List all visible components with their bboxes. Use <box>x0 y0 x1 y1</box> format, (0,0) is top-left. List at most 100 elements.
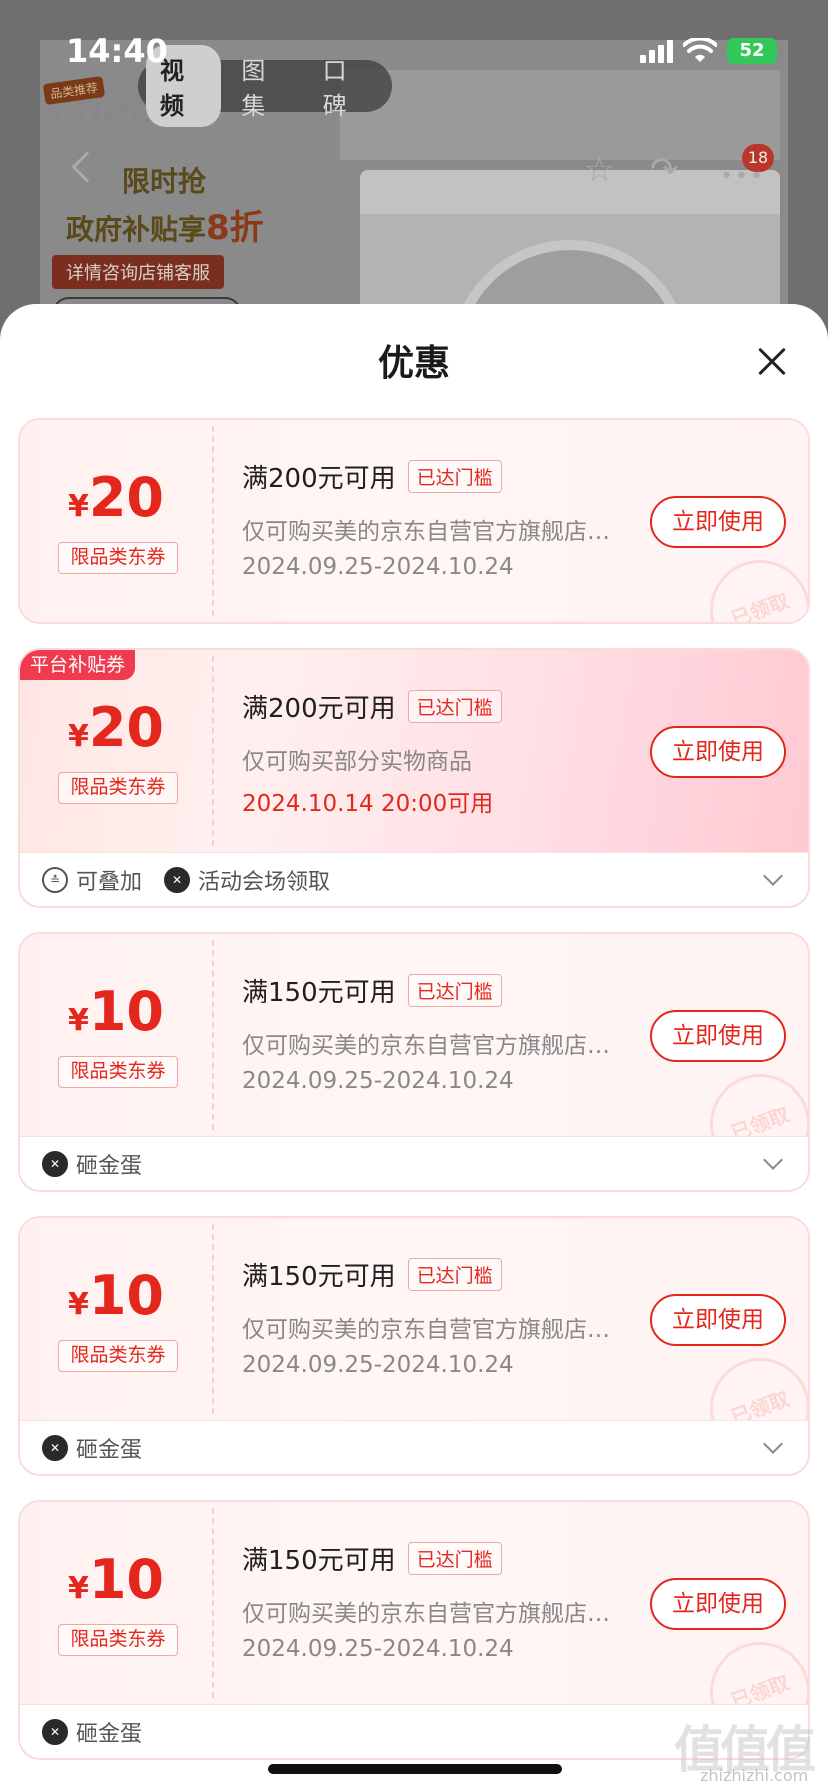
coupon-scope: 仅可购买美的京东自营官方旗舰店部分商品 <box>242 1033 622 1059</box>
currency-symbol: ¥ <box>67 489 89 524</box>
coupon-validity: 2024.10.14 20:00可用 <box>242 791 494 817</box>
tab-gallery[interactable]: 图集 <box>227 45 302 127</box>
category-tag: 限品类东券 <box>58 1056 178 1088</box>
coupon-scope: 仅可购买美的京东自营官方旗舰店部分商品 <box>242 1601 622 1627</box>
coupon-validity: 2024.09.25-2024.10.24 <box>242 1636 514 1662</box>
coupon-body: ¥10 限品类东券 满150元可用已达门槛 仅可购买美的京东自营官方旗舰店部分商… <box>20 934 808 1189</box>
category-tag: 限品类东券 <box>58 1340 178 1372</box>
coupon-amount: ¥10 <box>20 1264 212 1327</box>
promo-line2-prefix: 政府补贴享 <box>66 213 207 246</box>
coupon-body: ¥20 限品类东券 满200元可用已达门槛 仅可购买美的京东自营官方旗舰店部分商… <box>20 420 808 622</box>
stackable-text: 可叠加 <box>76 869 143 895</box>
source-text: 砸金蛋 <box>76 1721 143 1747</box>
coupon-scope: 仅可购买美的京东自营官方旗舰店部分商品 <box>242 1317 622 1343</box>
watermark-site: zhizhizhi.com <box>700 1766 809 1785</box>
coupon-threshold: 满150元可用 已达门槛 <box>242 972 502 1009</box>
threshold-text: 满150元可用 <box>242 978 396 1008</box>
source-label: ✕ 砸金蛋 <box>42 1432 142 1464</box>
coupon-footer[interactable]: ✕ 砸金蛋 <box>20 1420 808 1474</box>
coupon-body: ¥10 限品类东券 满150元可用已达门槛 仅可购买美的京东自营官方旗舰店部分商… <box>20 1218 808 1473</box>
status-badge: 已达门槛 <box>407 690 502 723</box>
coupon-footer[interactable]: ✕ 砸金蛋 <box>20 1136 808 1190</box>
dashed-divider <box>212 426 214 616</box>
use-now-button[interactable]: 立即使用 <box>650 496 786 548</box>
currency-symbol: ¥ <box>67 1287 89 1322</box>
coupon-amount: ¥10 <box>20 1548 212 1611</box>
dashed-divider <box>212 940 214 1130</box>
threshold-text: 满200元可用 <box>242 464 396 494</box>
source-label: ✕ 活动会场领取 <box>164 864 330 896</box>
source-label: ✕ 砸金蛋 <box>42 1716 142 1748</box>
status-badge: 已达门槛 <box>407 1258 502 1291</box>
coupon-amount: ¥20 <box>20 696 212 759</box>
promo-banner: 限时抢 政府补贴享8折 详情咨询店铺客服 十年防变黄科技 <box>52 160 302 331</box>
cart-count-badge: 18 <box>742 144 774 172</box>
category-tag: 限品类东券 <box>58 542 178 574</box>
currency-symbol: ¥ <box>67 1571 89 1606</box>
use-now-button[interactable]: 立即使用 <box>650 726 786 778</box>
tab-reviews[interactable]: 口碑 <box>309 45 384 127</box>
coupon-card: ¥20 限品类东券 平台补贴券 满200元可用 已达门槛 仅可购买部分实物商品 2… <box>18 648 810 908</box>
use-now-button[interactable]: 立即使用 <box>650 1294 786 1346</box>
coupon-scope: 仅可购买美的京东自营官方旗舰店部分商品 <box>242 519 622 545</box>
threshold-text: 满200元可用 <box>242 694 396 724</box>
coupon-amount: ¥20 <box>20 466 212 529</box>
source-text: 砸金蛋 <box>76 1437 143 1463</box>
dashed-divider <box>212 1224 214 1414</box>
promo-discount: 8折 <box>206 208 264 248</box>
dashed-divider <box>212 1508 214 1698</box>
stack-icon: ≛ <box>42 866 68 893</box>
ticket-icon: ✕ <box>164 866 191 893</box>
ticket-icon: ✕ <box>42 1718 68 1745</box>
threshold-text: 满150元可用 <box>242 1262 396 1292</box>
chevron-down-icon[interactable] <box>763 1150 783 1170</box>
coupon-value-area: ¥10 限品类东券 <box>20 934 212 1136</box>
status-icons: 52 <box>640 38 777 64</box>
source-label: ✕ 砸金蛋 <box>42 1148 142 1180</box>
chevron-down-icon[interactable] <box>763 1434 783 1454</box>
sheet-title: 优惠 <box>377 343 450 384</box>
promo-line3: 详情咨询店铺客服 <box>52 255 224 289</box>
status-badge: 已达门槛 <box>407 1542 502 1575</box>
coupon-threshold: 满150元可用 已达门槛 <box>242 1256 502 1293</box>
coupon-sheet: 优惠 ¥20 限品类东券 满200元可用 已达门槛 仅可购买美的京东自营官方旗舰店… <box>0 304 828 1792</box>
dashed-divider <box>212 656 214 846</box>
stackable-label: ≛ 可叠加 <box>42 864 142 896</box>
share-icon[interactable]: ↷ <box>650 150 679 190</box>
use-now-button[interactable]: 立即使用 <box>650 1010 786 1062</box>
coupon-footer[interactable]: ≛ 可叠加 ✕ 活动会场领取 <box>20 852 808 906</box>
status-badge: 已达门槛 <box>407 460 502 493</box>
source-text: 活动会场领取 <box>198 869 331 895</box>
product-image-wall <box>340 70 780 160</box>
source-text: 砸金蛋 <box>76 1153 143 1179</box>
currency-symbol: ¥ <box>67 1003 89 1038</box>
currency-symbol: ¥ <box>67 719 89 754</box>
coupon-threshold: 满150元可用 已达门槛 <box>242 1540 502 1577</box>
amount-value: 10 <box>88 980 165 1043</box>
machine-panel <box>360 170 780 214</box>
amount-value: 10 <box>88 1548 165 1611</box>
threshold-text: 满150元可用 <box>242 1546 396 1576</box>
platform-subsidy-tag: 平台补贴券 <box>20 650 136 680</box>
coupon-list: ¥20 限品类东券 满200元可用已达门槛 仅可购买美的京东自营官方旗舰店部分商… <box>18 418 810 1784</box>
status-badge: 已达门槛 <box>407 974 502 1007</box>
coupon-card: ¥10 限品类东券 满150元可用已达门槛 仅可购买美的京东自营官方旗舰店部分商… <box>18 932 810 1192</box>
close-icon[interactable] <box>752 342 792 382</box>
coupon-amount: ¥10 <box>20 980 212 1043</box>
coupon-body: ¥20 限品类东券 平台补贴券 满200元可用 已达门槛 仅可购买部分实物商品 2… <box>20 650 808 852</box>
promo-line1: 限时抢 <box>122 165 207 198</box>
ticket-icon: ✕ <box>42 1434 68 1461</box>
category-tag: 限品类东券 <box>58 1624 178 1656</box>
promo-line2: 政府补贴享8折 <box>66 200 302 249</box>
claimed-stamp-icon: 已领取 <box>695 545 808 622</box>
star-icon[interactable]: ☆ <box>584 150 614 190</box>
home-indicator[interactable] <box>268 1764 562 1774</box>
amount-value: 20 <box>88 696 165 759</box>
use-now-button[interactable]: 立即使用 <box>650 1578 786 1630</box>
media-tabs: 视频 图集 口碑 <box>138 45 392 127</box>
coupon-body: ¥10 限品类东券 满150元可用已达门槛 仅可购买美的京东自营官方旗舰店部分商… <box>20 1502 808 1757</box>
coupon-value-area: ¥20 限品类东券 <box>20 650 212 852</box>
coupon-validity: 2024.09.25-2024.10.24 <box>242 1068 514 1094</box>
chevron-down-icon[interactable] <box>763 866 783 886</box>
coupon-validity: 2024.09.25-2024.10.24 <box>242 1352 514 1378</box>
